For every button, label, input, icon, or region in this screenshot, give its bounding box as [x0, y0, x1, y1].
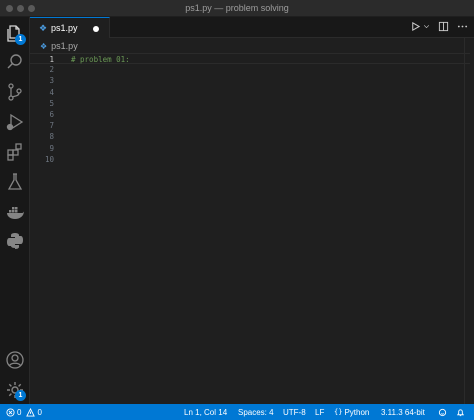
run-and-debug-icon[interactable] — [5, 112, 25, 132]
language-label: Python — [344, 408, 370, 417]
line-number: 2 — [49, 65, 54, 75]
tab-label: ps1.py — [51, 23, 78, 33]
python-icon[interactable] — [5, 231, 25, 251]
warning-count: 0 — [37, 408, 42, 417]
unsaved-dot-icon[interactable] — [93, 26, 99, 32]
code-line[interactable]: 10 — [30, 154, 470, 165]
cursor-position[interactable]: Ln 1, Col 14 — [184, 408, 227, 417]
feedback-icon[interactable] — [438, 408, 447, 417]
manage-gear-icon[interactable]: 1 — [5, 380, 26, 401]
code-line[interactable]: 9 — [30, 143, 470, 154]
code-line[interactable]: 6 — [30, 109, 470, 120]
code-editor[interactable]: 1 # problem 01: 2 3 4 5 6 7 8 9 10 — [30, 53, 470, 165]
testing-icon[interactable] — [5, 172, 25, 192]
problems-indicator[interactable]: 0 0 — [6, 408, 42, 417]
tab-ps1-py[interactable]: ❖ ps1.py — [30, 17, 110, 38]
activity-bar: 1 1 — [0, 17, 30, 404]
line-number: 10 — [44, 154, 54, 164]
indentation-setting[interactable]: Spaces: 4 — [238, 408, 274, 417]
code-line[interactable]: 7 — [30, 120, 470, 131]
code-line[interactable]: 3 — [30, 75, 470, 86]
settings-badge: 1 — [15, 390, 26, 401]
line-number: 8 — [49, 132, 54, 142]
python-interpreter[interactable]: 3.11.3 64-bit — [381, 408, 425, 417]
vertical-scrollbar[interactable] — [464, 38, 474, 404]
explorer-icon[interactable]: 1 — [5, 23, 26, 45]
explorer-badge: 1 — [15, 34, 26, 45]
run-python-file-button[interactable] — [410, 19, 421, 37]
line-number: 6 — [49, 109, 54, 119]
line-number: 9 — [49, 143, 54, 153]
code-line[interactable]: 1 # problem 01: — [30, 53, 470, 65]
line-number: 4 — [49, 87, 54, 97]
line-number: 7 — [49, 121, 54, 131]
search-icon[interactable] — [5, 52, 25, 72]
source-control-icon[interactable] — [5, 82, 25, 102]
status-bar: 0 0 Ln 1, Col 14 Spaces: 4 UTF-8 LF {} P… — [0, 404, 474, 420]
error-count: 0 — [17, 408, 22, 417]
tab-bar: ❖ ps1.py — [30, 17, 474, 38]
docker-icon[interactable] — [5, 202, 25, 222]
window-title: ps1.py — problem solving — [185, 3, 289, 13]
encoding-setting[interactable]: UTF-8 — [283, 408, 306, 417]
eol-setting[interactable]: LF — [315, 408, 324, 417]
line-number: 3 — [49, 76, 54, 86]
code-line[interactable]: 2 — [30, 64, 470, 75]
breadcrumb[interactable]: ❖ ps1.py — [40, 40, 78, 52]
python-file-icon: ❖ — [40, 41, 48, 51]
braces-icon: {} — [334, 408, 343, 416]
breadcrumb-file[interactable]: ps1.py — [51, 41, 78, 51]
editor-actions — [410, 21, 468, 34]
run-dropdown-chevron-icon[interactable] — [423, 19, 430, 37]
line-number: 5 — [49, 98, 54, 108]
python-file-icon: ❖ — [39, 23, 48, 33]
more-actions-icon[interactable] — [457, 19, 468, 37]
editor-area: ❖ ps1.py ❖ ps1.py 1 # problem 01: 2 3 4 … — [30, 17, 474, 404]
code-line[interactable]: 4 — [30, 87, 470, 98]
title-bar: ps1.py — problem solving — [0, 0, 474, 17]
code-line[interactable]: 8 — [30, 131, 470, 142]
code-line[interactable]: 5 — [30, 98, 470, 109]
split-editor-icon[interactable] — [438, 19, 449, 37]
language-mode[interactable]: {} Python — [334, 408, 369, 417]
notifications-bell-icon[interactable] — [456, 408, 465, 417]
extensions-icon[interactable] — [5, 142, 25, 162]
accounts-icon[interactable] — [5, 350, 25, 370]
